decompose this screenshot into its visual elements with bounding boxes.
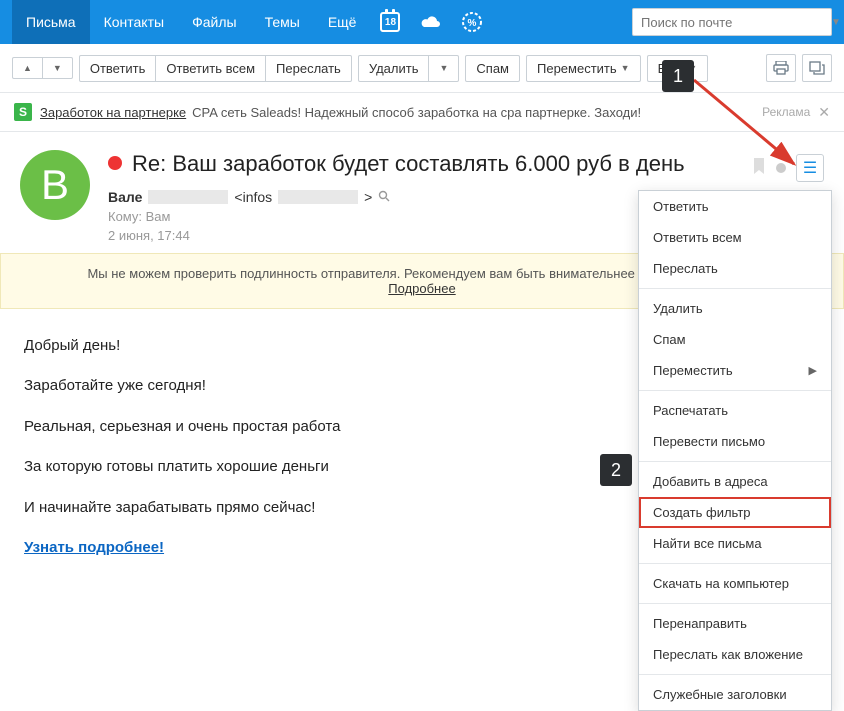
move-label: Переместить: [537, 61, 617, 76]
menu-translate[interactable]: Перевести письмо: [639, 426, 831, 457]
ad-close-icon[interactable]: ✕: [818, 104, 830, 121]
menu-move[interactable]: Переместить ▶: [639, 355, 831, 386]
search-sender-icon[interactable]: [378, 189, 390, 205]
reply-all-button[interactable]: Ответить всем: [155, 55, 266, 82]
menu-redirect[interactable]: Перенаправить: [639, 608, 831, 639]
top-navbar: Письма Контакты Файлы Темы Ещё 18 % ▼: [0, 0, 844, 44]
nav-themes[interactable]: Темы: [251, 0, 314, 44]
ad-badge: S: [14, 103, 32, 121]
nav-mail[interactable]: Письма: [12, 0, 90, 44]
discount-icon[interactable]: %: [452, 12, 492, 32]
nav-up-button[interactable]: ▲: [12, 57, 43, 79]
search-caret-icon[interactable]: ▼: [825, 17, 844, 28]
menu-forward[interactable]: Переслать: [639, 253, 831, 284]
chevron-right-icon: ▶: [809, 364, 817, 377]
ad-link[interactable]: Заработок на партнерке: [40, 105, 186, 120]
message-menu-button[interactable]: ☰: [796, 154, 824, 182]
annotation-marker-1: 1: [662, 60, 694, 92]
bookmark-icon[interactable]: [752, 157, 766, 180]
calendar-day: 18: [380, 12, 400, 32]
message-subject: Re: Ваш заработок будет составлять 6.000…: [132, 150, 685, 179]
from-email-open: <infos: [234, 189, 272, 205]
search-input[interactable]: [633, 15, 825, 30]
menu-find-all[interactable]: Найти все письма: [639, 528, 831, 559]
menu-create-filter[interactable]: Создать фильтр: [639, 497, 831, 528]
print-icon[interactable]: [766, 54, 796, 82]
message-context-menu: Ответить Ответить всем Переслать Удалить…: [638, 190, 832, 711]
delete-caret[interactable]: ▼: [428, 55, 459, 82]
menu-add-address[interactable]: Добавить в адреса: [639, 466, 831, 497]
from-email-close: >: [364, 189, 372, 205]
sender-avatar: В: [20, 150, 90, 220]
menu-fwd-attachment[interactable]: Переслать как вложение: [639, 639, 831, 670]
ad-text: CPA сеть Saleads! Надежный способ зарабо…: [192, 105, 641, 120]
menu-print[interactable]: Распечатать: [639, 395, 831, 426]
annotation-marker-2: 2: [600, 454, 632, 486]
nav-down-button[interactable]: ▼: [42, 57, 73, 79]
masked-email: [278, 190, 358, 204]
cloud-icon[interactable]: [410, 14, 452, 30]
window-icon[interactable]: [802, 54, 832, 82]
reply-button[interactable]: Ответить: [79, 55, 157, 82]
calendar-icon[interactable]: 18: [370, 12, 410, 32]
body-more-link[interactable]: Узнать подробнее!: [24, 539, 164, 556]
message-toolbar: ▲ ▼ Ответить Ответить всем Переслать Уда…: [0, 44, 844, 93]
menu-reply-all[interactable]: Ответить всем: [639, 222, 831, 253]
status-dot-icon[interactable]: [776, 163, 786, 173]
nav-files[interactable]: Файлы: [178, 0, 250, 44]
delete-button[interactable]: Удалить: [358, 55, 430, 82]
ad-banner: S Заработок на партнерке CPA сеть Salead…: [0, 93, 844, 132]
svg-text:%: %: [468, 18, 477, 29]
menu-headers[interactable]: Служебные заголовки: [639, 679, 831, 710]
forward-button[interactable]: Переслать: [265, 55, 352, 82]
move-button[interactable]: Переместить ▼: [526, 55, 641, 82]
menu-spam[interactable]: Спам: [639, 324, 831, 355]
from-name: Вале: [108, 189, 142, 205]
nav-contacts[interactable]: Контакты: [90, 0, 178, 44]
menu-download[interactable]: Скачать на компьютер: [639, 568, 831, 599]
unread-dot-icon: [108, 156, 122, 170]
spam-button[interactable]: Спам: [465, 55, 520, 82]
search-box[interactable]: ▼: [632, 8, 832, 36]
ad-label: Реклама: [762, 105, 810, 119]
menu-move-label: Переместить: [653, 363, 733, 378]
nav-more[interactable]: Ещё: [314, 0, 371, 44]
menu-reply[interactable]: Ответить: [639, 191, 831, 222]
warning-more-link[interactable]: Подробнее: [388, 281, 455, 296]
masked-name: [148, 190, 228, 204]
menu-delete[interactable]: Удалить: [639, 293, 831, 324]
